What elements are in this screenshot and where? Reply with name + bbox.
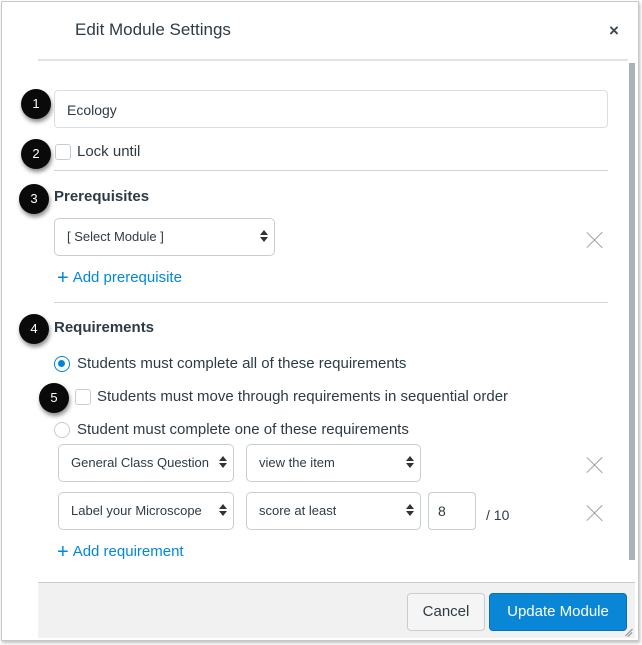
callout-badge-4: 4 — [19, 314, 49, 344]
remove-prerequisite-icon[interactable] — [586, 231, 604, 249]
scrollbar[interactable] — [629, 63, 635, 560]
cancel-button[interactable]: Cancel — [407, 593, 485, 631]
sequential-order-checkbox[interactable] — [75, 389, 91, 405]
complete-one-label: Student must complete one of these requi… — [77, 421, 409, 438]
resize-handle-icon[interactable] — [623, 627, 633, 637]
dialog-title: Edit Module Settings — [75, 20, 231, 39]
close-icon[interactable]: × — [609, 21, 619, 41]
requirement-condition-select[interactable]: view the item — [246, 444, 421, 482]
max-score-label: / 10 — [486, 507, 510, 523]
plus-icon: + — [57, 267, 69, 289]
requirements-heading: Requirements — [54, 319, 155, 336]
complete-one-radio[interactable] — [54, 422, 70, 438]
plus-icon: + — [57, 541, 69, 563]
select-arrows-icon — [219, 456, 227, 470]
module-name-input[interactable]: Ecology — [54, 90, 608, 128]
section-divider — [54, 302, 608, 303]
select-arrows-icon — [406, 504, 414, 518]
lock-until-label: Lock until — [77, 143, 141, 160]
prerequisites-heading: Prerequisites — [54, 188, 150, 205]
add-requirement-link[interactable]: + Add requirement — [57, 541, 184, 564]
prerequisite-select-value: [ Select Module ] — [67, 229, 164, 244]
requirement-condition-select[interactable]: score at least — [246, 492, 421, 530]
add-prerequisite-label: Add prerequisite — [72, 269, 182, 286]
lock-until-checkbox[interactable] — [55, 144, 71, 160]
section-divider — [54, 170, 608, 171]
min-score-input[interactable]: 8 — [428, 492, 476, 530]
complete-all-radio[interactable] — [54, 356, 70, 372]
sequential-order-label: Students must move through requirements … — [97, 388, 509, 405]
callout-badge-1: 1 — [21, 89, 51, 119]
requirement-condition-value: score at least — [259, 503, 337, 518]
requirement-item-value: Label your Microscope — [71, 503, 202, 518]
select-arrows-icon — [219, 504, 227, 518]
callout-badge-2: 2 — [21, 139, 51, 169]
requirement-item-select[interactable]: General Class Question a — [58, 444, 234, 482]
update-module-button[interactable]: Update Module — [489, 593, 627, 631]
callout-badge-5: 5 — [39, 383, 69, 413]
add-prerequisite-link[interactable]: + Add prerequisite — [57, 267, 182, 290]
prerequisite-module-select[interactable]: [ Select Module ] — [54, 218, 275, 256]
select-arrows-icon — [406, 456, 414, 470]
header-divider — [38, 59, 628, 61]
remove-requirement-icon[interactable] — [586, 504, 604, 522]
callout-badge-3: 3 — [19, 184, 49, 214]
select-arrows-icon — [260, 230, 268, 244]
requirement-item-select[interactable]: Label your Microscope — [58, 492, 234, 530]
requirement-condition-value: view the item — [259, 455, 335, 470]
remove-requirement-icon[interactable] — [586, 456, 604, 474]
add-requirement-label: Add requirement — [72, 543, 184, 560]
complete-all-label: Students must complete all of these requ… — [77, 355, 407, 372]
requirement-item-value: General Class Question a — [71, 455, 209, 470]
